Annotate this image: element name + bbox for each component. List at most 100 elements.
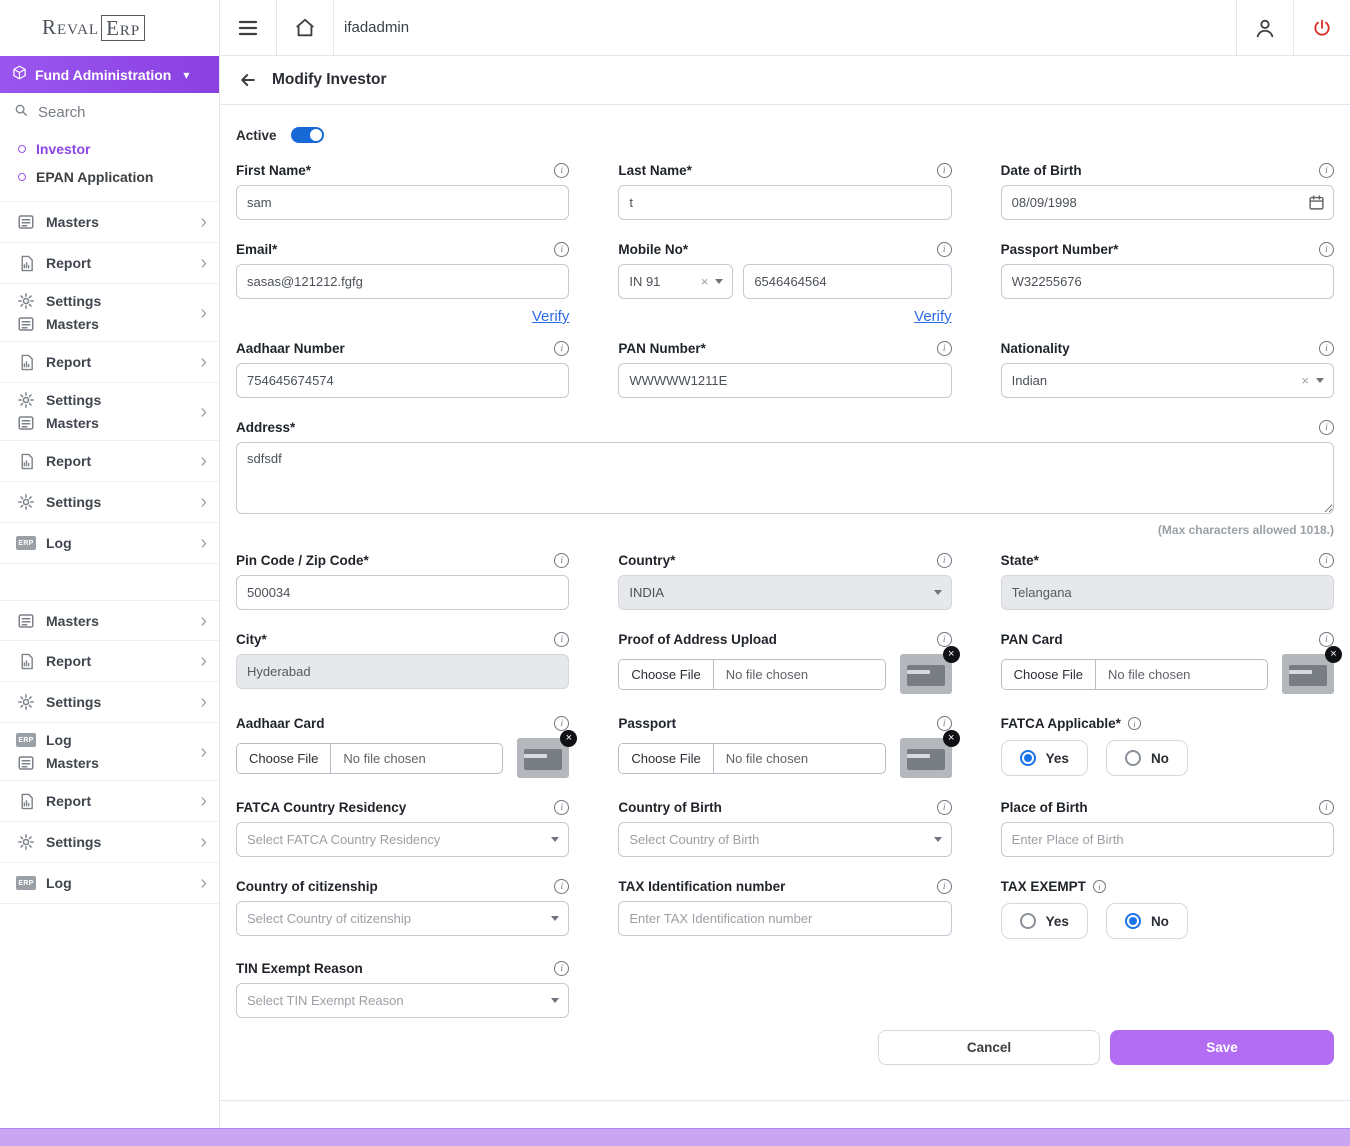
sidebar-item-masters[interactable]: Masters bbox=[16, 212, 200, 232]
sidebar-item-log[interactable]: ERPLog bbox=[16, 533, 200, 553]
logout-button[interactable] bbox=[1293, 0, 1350, 55]
info-icon[interactable]: i bbox=[554, 716, 569, 731]
sidebar-item-epan-application[interactable]: EPAN Application bbox=[0, 163, 219, 191]
info-icon[interactable]: i bbox=[554, 632, 569, 647]
tax-exempt-yes-radio[interactable]: Yes bbox=[1001, 903, 1088, 939]
info-icon[interactable]: i bbox=[554, 242, 569, 257]
module-selector[interactable]: Fund Administration ▾ bbox=[0, 56, 219, 93]
sidebar-item-investor[interactable]: Investor bbox=[0, 135, 219, 163]
country-code-select[interactable]: IN 91 × bbox=[618, 264, 733, 299]
pan-card-thumbnail[interactable]: × bbox=[1282, 654, 1334, 694]
remove-file-icon[interactable]: × bbox=[943, 646, 960, 663]
sidebar-menu-group[interactable]: ERPLog› bbox=[0, 863, 219, 904]
hamburger-menu-button[interactable] bbox=[220, 0, 277, 55]
sidebar-menu-group[interactable]: SettingsMasters› bbox=[0, 383, 219, 441]
mobile-input[interactable] bbox=[743, 264, 951, 299]
info-icon[interactable]: i bbox=[1319, 632, 1334, 647]
info-icon[interactable]: i bbox=[1319, 553, 1334, 568]
sidebar-menu-group[interactable]: Masters› bbox=[0, 600, 219, 641]
info-icon[interactable]: i bbox=[554, 961, 569, 976]
remove-file-icon[interactable]: × bbox=[943, 730, 960, 747]
info-icon[interactable]: i bbox=[937, 242, 952, 257]
save-button[interactable]: Save bbox=[1110, 1030, 1334, 1065]
verify-email-link[interactable]: Verify bbox=[532, 308, 570, 325]
info-icon[interactable]: i bbox=[937, 163, 952, 178]
info-icon[interactable]: i bbox=[554, 553, 569, 568]
first-name-input[interactable] bbox=[236, 185, 569, 220]
sidebar-menu-group[interactable]: Report› bbox=[0, 342, 219, 383]
sidebar-item-settings[interactable]: Settings bbox=[16, 291, 200, 311]
sidebar-menu-group[interactable]: Masters› bbox=[0, 202, 219, 243]
search-input[interactable] bbox=[38, 104, 178, 121]
sidebar-item-report[interactable]: Report bbox=[16, 451, 200, 471]
info-icon[interactable]: i bbox=[554, 800, 569, 815]
sidebar-menu-group[interactable]: SettingsMasters› bbox=[0, 284, 219, 342]
info-icon[interactable]: i bbox=[554, 879, 569, 894]
fatca-no-radio[interactable]: No bbox=[1106, 740, 1188, 776]
sidebar-menu-group[interactable]: Report› bbox=[0, 243, 219, 284]
tax-id-input[interactable] bbox=[618, 901, 951, 936]
aadhaar-number-input[interactable] bbox=[236, 363, 569, 398]
country-of-birth-select[interactable]: Select Country of Birth bbox=[618, 822, 951, 857]
sidebar-item-log[interactable]: ERPLog bbox=[16, 730, 200, 750]
choose-file-button[interactable]: Choose File bbox=[619, 744, 713, 773]
nationality-select[interactable]: Indian × bbox=[1001, 363, 1334, 398]
sidebar-item-log[interactable]: ERPLog bbox=[16, 873, 200, 893]
sidebar-item-settings[interactable]: Settings bbox=[16, 492, 200, 512]
clear-icon[interactable]: × bbox=[1301, 374, 1309, 387]
address-textarea[interactable] bbox=[236, 442, 1334, 514]
remove-file-icon[interactable]: × bbox=[560, 730, 577, 747]
aadhaar-card-thumbnail[interactable]: × bbox=[517, 738, 569, 778]
sidebar-item-masters[interactable]: Masters bbox=[16, 314, 200, 334]
clear-icon[interactable]: × bbox=[701, 275, 709, 288]
sidebar-menu-group[interactable]: Report› bbox=[0, 641, 219, 682]
sidebar-search[interactable] bbox=[0, 93, 219, 131]
info-icon[interactable]: i bbox=[937, 632, 952, 647]
remove-file-icon[interactable]: × bbox=[1325, 646, 1342, 663]
sidebar-item-report[interactable]: Report bbox=[16, 651, 200, 671]
sidebar-item-settings[interactable]: Settings bbox=[16, 692, 200, 712]
user-profile-button[interactable] bbox=[1236, 0, 1293, 55]
aadhaar-card-file-input[interactable]: Choose File No file chosen bbox=[236, 743, 503, 774]
fatca-country-select[interactable]: Select FATCA Country Residency bbox=[236, 822, 569, 857]
sidebar-menu-group[interactable]: ERPLog› bbox=[0, 523, 219, 564]
info-icon[interactable]: i bbox=[1319, 242, 1334, 257]
email-input[interactable] bbox=[236, 264, 569, 299]
info-icon[interactable]: i bbox=[1128, 717, 1141, 730]
info-icon[interactable]: i bbox=[1319, 163, 1334, 178]
sidebar-menu-group[interactable]: Settings› bbox=[0, 682, 219, 723]
passport-file-input[interactable]: Choose File No file chosen bbox=[618, 743, 885, 774]
sidebar-item-report[interactable]: Report bbox=[16, 352, 200, 372]
sidebar-item-masters[interactable]: Masters bbox=[16, 753, 200, 773]
passport-number-input[interactable] bbox=[1001, 264, 1334, 299]
place-of-birth-input[interactable] bbox=[1001, 822, 1334, 857]
sidebar-menu-group[interactable]: Settings› bbox=[0, 822, 219, 863]
cancel-button[interactable]: Cancel bbox=[878, 1030, 1100, 1065]
choose-file-button[interactable]: Choose File bbox=[1002, 660, 1096, 689]
fatca-yes-radio[interactable]: Yes bbox=[1001, 740, 1088, 776]
info-icon[interactable]: i bbox=[937, 341, 952, 356]
info-icon[interactable]: i bbox=[1319, 341, 1334, 356]
info-icon[interactable]: i bbox=[1319, 800, 1334, 815]
choose-file-button[interactable]: Choose File bbox=[619, 660, 713, 689]
sidebar-item-settings[interactable]: Settings bbox=[16, 390, 200, 410]
choose-file-button[interactable]: Choose File bbox=[237, 744, 331, 773]
info-icon[interactable]: i bbox=[937, 553, 952, 568]
pan-number-input[interactable] bbox=[618, 363, 951, 398]
pincode-input[interactable] bbox=[236, 575, 569, 610]
info-icon[interactable]: i bbox=[554, 163, 569, 178]
tax-exempt-no-radio[interactable]: No bbox=[1106, 903, 1188, 939]
info-icon[interactable]: i bbox=[937, 879, 952, 894]
sidebar-menu-group[interactable]: Report› bbox=[0, 781, 219, 822]
info-icon[interactable]: i bbox=[937, 800, 952, 815]
info-icon[interactable]: i bbox=[1319, 420, 1334, 435]
sidebar-item-report[interactable]: Report bbox=[16, 791, 200, 811]
citizenship-select[interactable]: Select Country of citizenship bbox=[236, 901, 569, 936]
pan-card-file-input[interactable]: Choose File No file chosen bbox=[1001, 659, 1268, 690]
home-button[interactable] bbox=[277, 0, 334, 55]
passport-thumbnail[interactable]: × bbox=[900, 738, 952, 778]
info-icon[interactable]: i bbox=[554, 341, 569, 356]
proof-of-address-file-input[interactable]: Choose File No file chosen bbox=[618, 659, 885, 690]
dob-input[interactable] bbox=[1001, 185, 1334, 220]
back-arrow-icon[interactable] bbox=[238, 70, 258, 90]
